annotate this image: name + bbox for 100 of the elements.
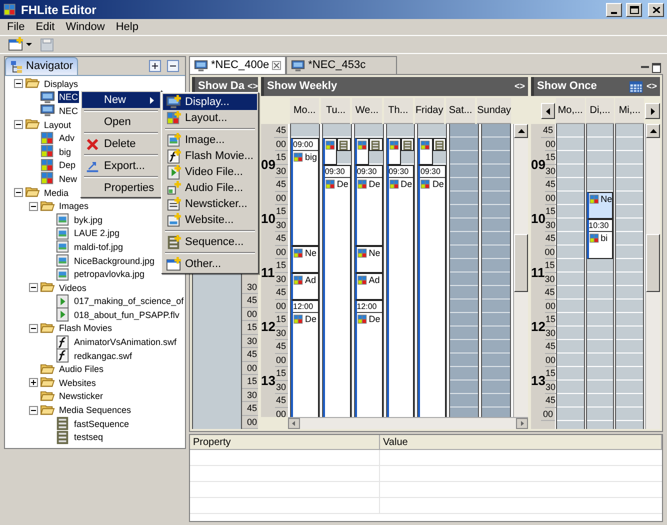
editor-tab[interactable]: *NEC_453c bbox=[286, 56, 397, 74]
schedule-entry[interactable]: Ne bbox=[586, 192, 614, 218]
scroll-thumb[interactable] bbox=[514, 234, 528, 292]
editor-tab[interactable]: *NEC_400e bbox=[189, 56, 286, 74]
schedule-entry[interactable]: 09:30 De bbox=[418, 164, 446, 417]
schedule-entry[interactable] bbox=[337, 138, 351, 151]
collapse-icon[interactable] bbox=[29, 406, 38, 415]
schedule-entry[interactable]: 10:30 bi bbox=[586, 218, 614, 259]
menu-item[interactable]: Window bbox=[66, 18, 105, 36]
schedule-entry[interactable]: 09:30 De bbox=[354, 164, 383, 246]
day-header[interactable]: Di,... bbox=[586, 98, 614, 124]
vertical-scrollbar[interactable] bbox=[645, 124, 660, 429]
collapse-icon[interactable] bbox=[29, 202, 38, 211]
collapse-icon[interactable] bbox=[29, 324, 38, 333]
tree-item[interactable]: Media Sequences bbox=[58, 404, 132, 416]
day-header[interactable]: Mo,... bbox=[556, 98, 585, 124]
menu-item[interactable]: Edit bbox=[36, 18, 55, 36]
day-header[interactable]: Mo... bbox=[290, 98, 320, 124]
tree-item[interactable]: NiceBackground.jpg bbox=[73, 254, 156, 267]
tree-item[interactable]: Websites bbox=[58, 376, 97, 389]
tree-item[interactable]: Images bbox=[58, 200, 90, 212]
menu-item[interactable]: File bbox=[7, 18, 25, 36]
column-header[interactable]: Value bbox=[380, 435, 662, 449]
schedule-entry[interactable]: 12:00 De bbox=[354, 300, 383, 417]
tree-item[interactable]: redkangac.swf bbox=[73, 350, 134, 362]
tree-item[interactable]: fastSequence bbox=[73, 418, 130, 430]
toggle-icon[interactable]: <> bbox=[247, 80, 258, 94]
tree-item[interactable]: Media bbox=[43, 186, 70, 199]
tree-item[interactable]: 018_about_fun_PSAPP.flv bbox=[73, 308, 180, 321]
tree-item[interactable]: byk.jpg bbox=[73, 214, 104, 226]
expand-all-icon[interactable] bbox=[149, 60, 161, 72]
scroll-thumb[interactable] bbox=[646, 234, 660, 292]
collapse-all-icon[interactable] bbox=[167, 60, 179, 72]
schedule-entry[interactable] bbox=[354, 138, 370, 164]
menu-item[interactable]: Image... bbox=[163, 132, 257, 148]
expand-icon[interactable] bbox=[29, 378, 38, 388]
day-header[interactable]: Mi,... bbox=[615, 98, 644, 124]
day-header[interactable]: Sat... bbox=[446, 98, 476, 124]
column-header[interactable]: Property bbox=[190, 435, 380, 449]
navigator-tab[interactable]: Navigator bbox=[5, 57, 78, 75]
minimize-button[interactable] bbox=[606, 2, 622, 16]
scroll-right-icon[interactable] bbox=[516, 418, 528, 429]
next-button[interactable] bbox=[645, 103, 660, 119]
tree-item[interactable]: Newsticker bbox=[58, 390, 104, 402]
new-button[interactable] bbox=[6, 37, 34, 52]
menu-item[interactable]: Video File... bbox=[163, 164, 257, 180]
menu-item[interactable]: Audio File... bbox=[163, 180, 257, 196]
menu-item[interactable]: Delete bbox=[82, 136, 160, 152]
day-header[interactable]: Tu... bbox=[321, 98, 350, 124]
menu-item[interactable]: Help bbox=[116, 18, 138, 36]
schedule-entry[interactable] bbox=[432, 138, 446, 151]
tree-item[interactable]: big bbox=[58, 146, 72, 158]
vertical-scrollbar[interactable] bbox=[513, 124, 528, 417]
schedule-entry[interactable] bbox=[386, 138, 402, 164]
tree-item[interactable]: Flash Movies bbox=[58, 322, 114, 334]
scroll-up-button[interactable] bbox=[646, 124, 660, 138]
day-header[interactable]: Th... bbox=[384, 98, 413, 124]
menu-item[interactable]: Newsticker... bbox=[163, 196, 257, 212]
schedule-entry[interactable]: 09:30 De bbox=[386, 164, 414, 417]
day-header[interactable]: Sunday bbox=[477, 98, 512, 124]
tree-item[interactable]: 017_making_of_science_of bbox=[73, 295, 185, 308]
collapse-icon[interactable] bbox=[29, 283, 38, 292]
menu-item[interactable]: New bbox=[82, 92, 160, 108]
menu-item[interactable]: Other... bbox=[163, 256, 257, 272]
schedule-entry[interactable]: Ne bbox=[354, 246, 383, 272]
tree-item[interactable]: NEC bbox=[58, 104, 80, 117]
maximize-button[interactable] bbox=[626, 2, 642, 16]
menu-item[interactable]: Flash Movie... bbox=[163, 148, 257, 164]
menu-item[interactable]: Open bbox=[82, 114, 160, 130]
menu-item[interactable]: Export... bbox=[82, 158, 160, 174]
tree-item[interactable]: NEC bbox=[58, 91, 80, 104]
menu-item[interactable]: Sequence... bbox=[163, 234, 257, 250]
day-header[interactable]: Friday bbox=[414, 98, 444, 124]
tree-item[interactable]: Adv bbox=[58, 132, 76, 144]
tree-item[interactable]: Audio Files bbox=[58, 363, 105, 376]
day-header[interactable]: We... bbox=[352, 98, 382, 124]
tree-item[interactable]: petropavlovka.jpg bbox=[73, 268, 146, 280]
close-icon[interactable] bbox=[272, 61, 282, 70]
schedule-entry[interactable]: 09:30 De bbox=[322, 164, 351, 417]
schedule-entry[interactable] bbox=[401, 138, 414, 151]
schedule-entry[interactable] bbox=[369, 138, 383, 151]
tree-item[interactable]: New bbox=[58, 172, 78, 185]
scroll-up-button[interactable] bbox=[514, 124, 528, 138]
scroll-left-icon[interactable] bbox=[288, 418, 300, 429]
tree-item[interactable]: AnimatorVsAnimation.swf bbox=[73, 336, 178, 348]
menu-item[interactable]: Layout... bbox=[163, 110, 257, 126]
tree-item[interactable]: Layout bbox=[43, 118, 72, 131]
tree-item[interactable]: testseq bbox=[73, 431, 104, 444]
schedule-entry[interactable]: 12:00 De bbox=[291, 300, 319, 417]
close-button[interactable] bbox=[648, 2, 664, 16]
horizontal-scrollbar[interactable] bbox=[288, 417, 528, 429]
previous-button[interactable] bbox=[541, 103, 555, 119]
schedule-entry[interactable] bbox=[322, 138, 338, 164]
collapse-icon[interactable] bbox=[14, 120, 23, 130]
collapse-icon[interactable] bbox=[14, 79, 23, 88]
schedule-entry[interactable]: 09:00 big bbox=[291, 138, 319, 246]
schedule-entry[interactable]: Ad bbox=[291, 272, 319, 300]
menu-item[interactable]: Properties bbox=[82, 180, 160, 196]
minimize-maximize-icon[interactable] bbox=[639, 62, 663, 74]
collapse-icon[interactable] bbox=[14, 188, 23, 198]
